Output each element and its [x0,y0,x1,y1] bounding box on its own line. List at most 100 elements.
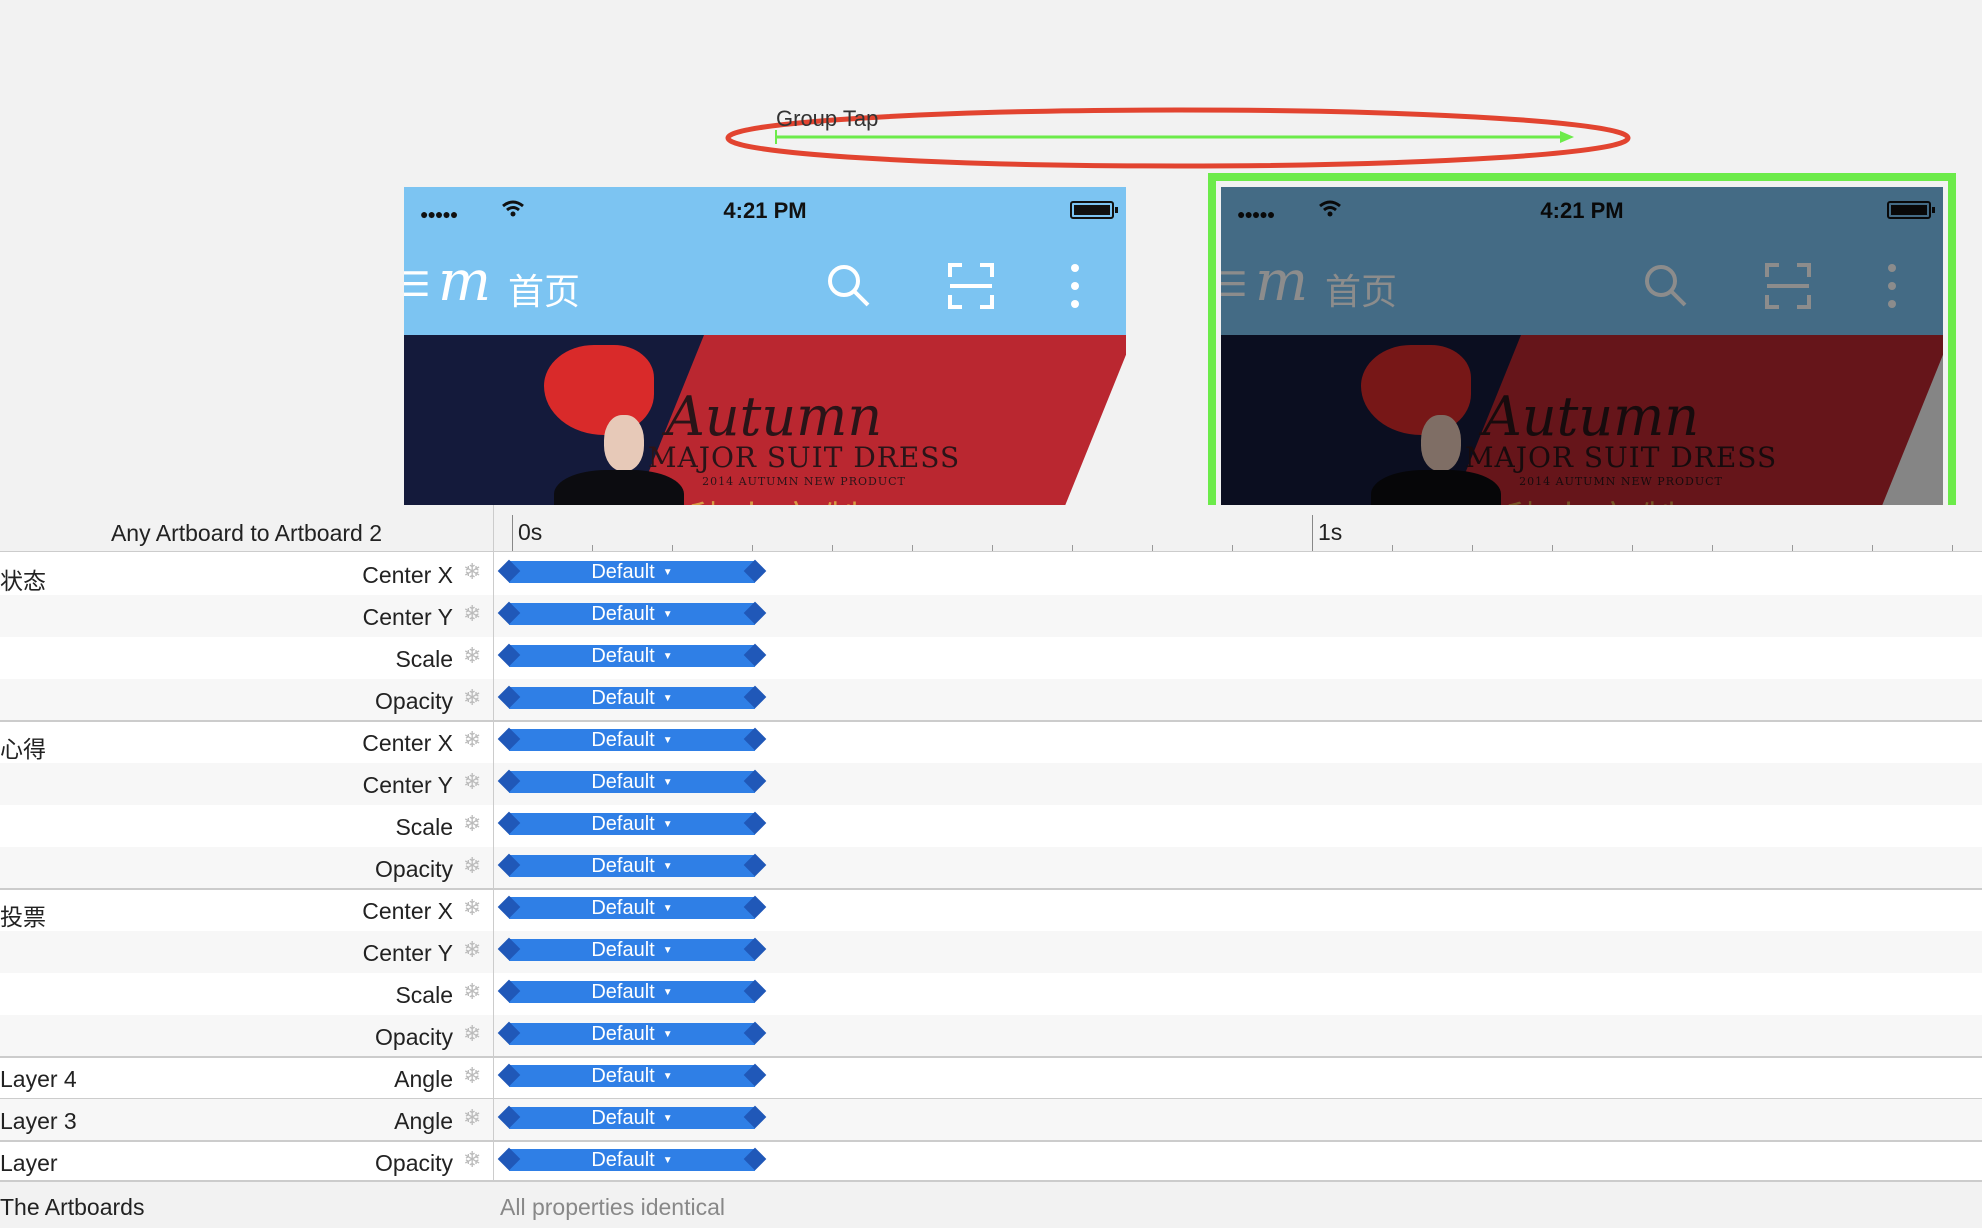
snowflake-icon[interactable]: ❄ [463,853,481,879]
easing-dropdown[interactable]: Default ▼ [503,1107,761,1130]
snowflake-icon[interactable]: ❄ [463,601,481,627]
timeline-row[interactable]: Opacity ❄ Default ▼ [0,679,1982,721]
chevron-down-icon: ▼ [662,650,673,662]
artboards-label: The Artboards [0,1194,145,1220]
timeline-divider[interactable] [493,505,494,1226]
animation-bar[interactable]: Default ▼ [497,559,767,584]
easing-dropdown[interactable]: Default ▼ [503,1065,761,1088]
artboard-2[interactable]: ●●●●● 4:21 PM ☰ m 首页 Autumn MAJOR SUIT D… [1221,187,1943,505]
animation-bar[interactable]: Default ▼ [497,727,767,752]
animation-bar[interactable]: Default ▼ [497,1147,767,1172]
scan-icon[interactable] [948,263,994,309]
snowflake-icon[interactable]: ❄ [463,559,481,585]
snowflake-icon[interactable]: ❄ [463,727,481,753]
easing-dropdown[interactable]: Default ▼ [503,1149,761,1172]
easing-dropdown[interactable]: Default ▼ [503,561,761,584]
chevron-down-icon: ▼ [662,986,673,998]
snowflake-icon[interactable]: ❄ [463,895,481,921]
timeline-row[interactable]: Layer 4 Angle ❄ Default ▼ [0,1057,1982,1099]
timeline-row[interactable]: Center Y ❄ Default ▼ [0,595,1982,637]
ruler-minor-tick [1392,545,1393,551]
promo-banner[interactable]: Autumn MAJOR SUIT DRESS 2014 AUTUMN NEW … [404,335,1126,505]
easing-dropdown[interactable]: Default ▼ [503,855,761,878]
more-vertical-icon[interactable] [1885,263,1899,309]
animation-bar[interactable]: Default ▼ [497,853,767,878]
snowflake-icon[interactable]: ❄ [463,1105,481,1131]
easing-label: Default [591,939,655,961]
animation-bar[interactable]: Default ▼ [497,685,767,710]
layer-group-name: 投票 [0,904,46,930]
chevron-down-icon: ▼ [662,734,673,746]
easing-dropdown[interactable]: Default ▼ [503,813,761,836]
snowflake-icon[interactable]: ❄ [463,937,481,963]
search-icon[interactable] [1643,263,1689,309]
ruler-major-tick [1312,515,1313,551]
easing-dropdown[interactable]: Default ▼ [503,687,761,710]
easing-dropdown[interactable]: Default ▼ [503,939,761,962]
battery-icon [1070,201,1118,219]
timeline-row[interactable]: Center Y ❄ Default ▼ [0,763,1982,805]
easing-dropdown[interactable]: Default ▼ [503,645,761,668]
snowflake-icon[interactable]: ❄ [463,1147,481,1173]
ruler-minor-tick [1552,545,1553,551]
timeline-row[interactable]: Opacity ❄ Default ▼ [0,1015,1982,1057]
snowflake-icon[interactable]: ❄ [463,811,481,837]
timeline-row[interactable]: Scale ❄ Default ▼ [0,805,1982,847]
search-icon[interactable] [826,263,872,309]
prototype-canvas[interactable]: Group Tap ●●●●● 4:21 PM ☰ m 首页 Autumn MA… [0,0,1982,505]
ruler-minor-tick [752,545,753,551]
animation-bar[interactable]: Default ▼ [497,1105,767,1130]
property-name: Center Y [362,604,453,630]
easing-label: Default [591,645,655,667]
snowflake-icon[interactable]: ❄ [463,979,481,1005]
ruler-minor-tick [1152,545,1153,551]
animation-bar[interactable]: Default ▼ [497,769,767,794]
menu-icon[interactable]: ☰ [1221,265,1247,305]
snowflake-icon[interactable]: ❄ [463,685,481,711]
animation-bar[interactable]: Default ▼ [497,1021,767,1046]
app-logo: m [1255,249,1309,314]
timeline-row[interactable]: 心得 Center X ❄ Default ▼ [0,721,1982,763]
banner-subheadline: MAJOR SUIT DRESS [647,441,961,474]
snowflake-icon[interactable]: ❄ [463,1021,481,1047]
timeline-row[interactable]: Scale ❄ Default ▼ [0,637,1982,679]
timeline-row[interactable]: 投票 Center X ❄ Default ▼ [0,889,1982,931]
animation-bar[interactable]: Default ▼ [497,895,767,920]
menu-icon[interactable]: ☰ [404,265,430,305]
easing-dropdown[interactable]: Default ▼ [503,729,761,752]
easing-dropdown[interactable]: Default ▼ [503,981,761,1004]
timeline-row[interactable]: Layer 3 Angle ❄ Default ▼ [0,1099,1982,1141]
animation-bar[interactable]: Default ▼ [497,811,767,836]
chevron-down-icon: ▼ [662,1112,673,1124]
animation-bar[interactable]: Default ▼ [497,979,767,1004]
ruler-minor-tick [592,545,593,551]
chevron-down-icon: ▼ [662,860,673,872]
timeline-row[interactable]: 状态 Center X ❄ Default ▼ [0,553,1982,595]
timeline-row[interactable]: Center Y ❄ Default ▼ [0,931,1982,973]
timeline-row[interactable]: Layer Opacity ❄ Default ▼ [0,1141,1982,1183]
easing-dropdown[interactable]: Default ▼ [503,897,761,920]
timeline-row[interactable]: Scale ❄ Default ▼ [0,973,1982,1015]
easing-dropdown[interactable]: Default ▼ [503,603,761,626]
easing-dropdown[interactable]: Default ▼ [503,771,761,794]
animation-bar[interactable]: Default ▼ [497,1063,767,1088]
banner-caption: 2014 AUTUMN NEW PRODUCT [1519,475,1723,488]
property-name: Angle [394,1066,453,1092]
timeline-row[interactable]: Opacity ❄ Default ▼ [0,847,1982,889]
snowflake-icon[interactable]: ❄ [463,769,481,795]
connection-label[interactable]: Group Tap [776,106,878,132]
snowflake-icon[interactable]: ❄ [463,1063,481,1089]
layer-group-name: Layer 4 [0,1066,77,1092]
snowflake-icon[interactable]: ❄ [463,643,481,669]
nav-bar: ☰ m 首页 [1221,235,1943,335]
animation-bar[interactable]: Default ▼ [497,937,767,962]
nav-bar: ☰ m 首页 [404,235,1126,335]
artboard-1[interactable]: ●●●●● 4:21 PM ☰ m 首页 Autumn MAJOR SUIT D… [404,187,1126,505]
more-vertical-icon[interactable] [1068,263,1082,309]
promo-banner[interactable]: Autumn MAJOR SUIT DRESS 2014 AUTUMN NEW … [1221,335,1943,505]
animation-bar[interactable]: Default ▼ [497,643,767,668]
scan-icon[interactable] [1765,263,1811,309]
animation-bar[interactable]: Default ▼ [497,601,767,626]
easing-dropdown[interactable]: Default ▼ [503,1023,761,1046]
transition-timeline: Any Artboard to Artboard 2 0s 1s 状态 Center… [0,505,1982,1228]
